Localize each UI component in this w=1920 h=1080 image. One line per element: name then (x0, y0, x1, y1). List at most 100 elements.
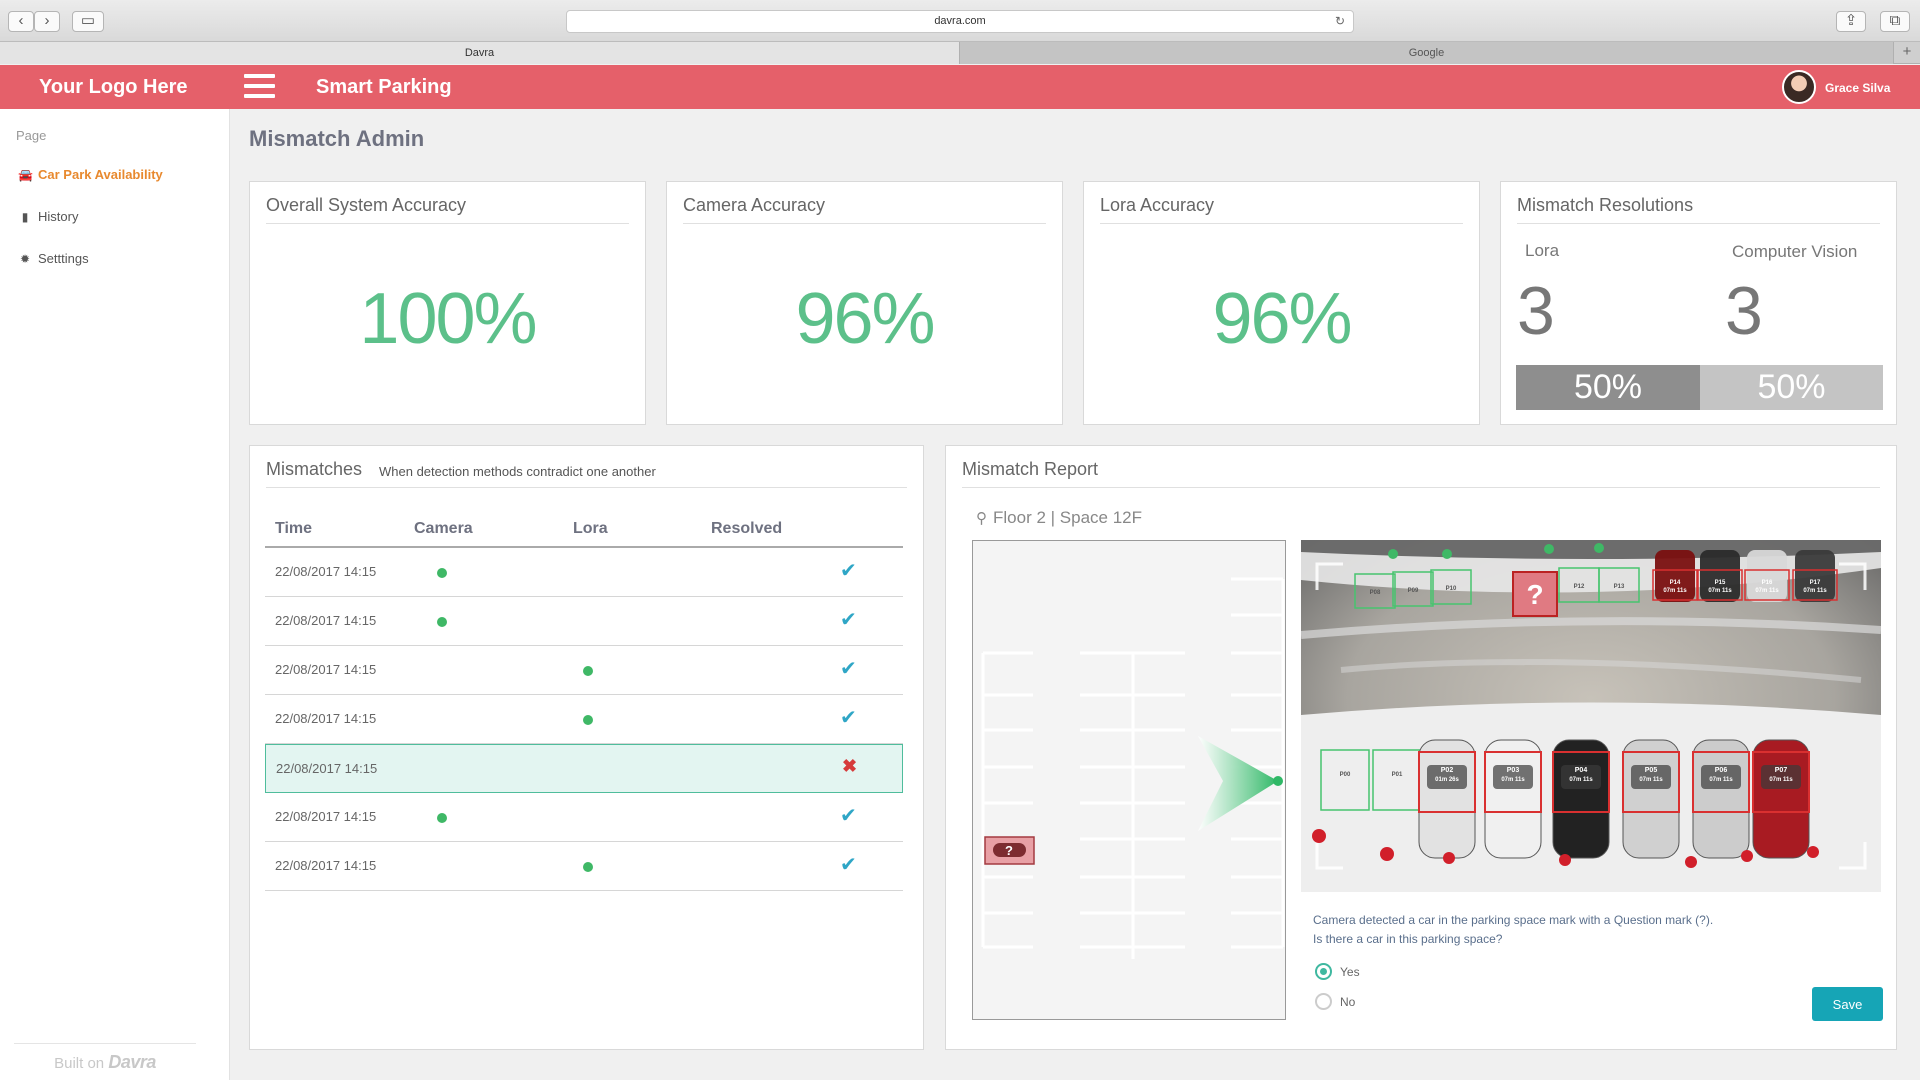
table-row[interactable]: 22/08/2017 14:15 ✔ (265, 793, 903, 842)
address-bar[interactable]: davra.com ↻ (566, 10, 1354, 33)
sidebar: Page 🚘 Car Park Availability ▮ History ✹… (0, 109, 230, 1080)
table-row[interactable]: 22/08/2017 14:15 ✔ (265, 597, 903, 646)
space-label: P10 (1446, 586, 1457, 592)
parked-car (1700, 550, 1740, 602)
camera-location-marker (1273, 776, 1283, 786)
time-label: 07m 11s (1755, 588, 1779, 594)
lora-share-bar: 50% (1516, 365, 1700, 410)
flagged-space-symbol: ? (1005, 843, 1013, 858)
camera-detected-dot (437, 813, 447, 823)
column-header-camera[interactable]: Camera (414, 520, 473, 538)
parked-car (1747, 550, 1787, 602)
avatar[interactable] (1782, 70, 1816, 104)
column-header-lora[interactable]: Lora (573, 520, 608, 538)
parked-car (1795, 550, 1835, 602)
sidebar-item-history[interactable]: ▮ History (18, 209, 79, 224)
radio-yes[interactable] (1315, 963, 1332, 980)
computer-vision-count: 3 (1725, 273, 1763, 349)
option-yes[interactable]: Yes (1315, 963, 1360, 980)
time-label: 07m 11s (1639, 777, 1663, 783)
space-label: P08 (1370, 590, 1381, 596)
sidebar-section-label: Page (16, 128, 47, 143)
camera-accuracy-card: Camera Accuracy 96% (666, 181, 1063, 425)
floor-plan: ? (972, 540, 1286, 1020)
option-no[interactable]: No (1315, 993, 1355, 1010)
row-time: 22/08/2017 14:15 (275, 858, 377, 873)
row-time: 22/08/2017 14:15 (275, 564, 377, 579)
tabs-overview-button[interactable]: ⧉ (1880, 11, 1910, 32)
sidebar-item-car-park-availability[interactable]: 🚘 Car Park Availability (18, 167, 163, 182)
sidebar-item-settings[interactable]: ✹ Setttings (18, 251, 89, 266)
lora-detected-dot (583, 666, 593, 676)
radio-no[interactable] (1315, 993, 1332, 1010)
time-label: 07m 11s (1709, 777, 1733, 783)
space-label: P12 (1574, 584, 1585, 590)
reload-icon[interactable]: ↻ (1335, 11, 1345, 32)
table-row[interactable]: 22/08/2017 14:15 ✔ (265, 646, 903, 695)
built-on-text: Built on (54, 1055, 105, 1072)
car-icon: 🚘 (18, 167, 33, 182)
table-header: Time Camera Lora Resolved (265, 512, 903, 548)
mismatch-resolutions-card: Mismatch Resolutions Lora Computer Visio… (1500, 181, 1897, 425)
new-tab-button[interactable]: + (1894, 42, 1920, 64)
column-header-time[interactable]: Time (275, 520, 312, 538)
tab-strip: Davra Google + (0, 42, 1920, 64)
camera-accuracy-value: 96% (795, 279, 935, 359)
tab-google[interactable]: Google (960, 42, 1894, 64)
card-title: Lora Accuracy (1100, 195, 1215, 215)
parked-car (1752, 739, 1810, 859)
camera-snapshot[interactable]: P08 P09 P10 P12 P13? P14 07m 11s P15 07m 11s P16 0… (1301, 540, 1881, 892)
space-label: P04 (1575, 767, 1588, 774)
table-row[interactable]: 22/08/2017 14:15 ✔ (265, 695, 903, 744)
card-title: Overall System Accuracy (266, 195, 467, 215)
space-label: P05 (1645, 767, 1658, 774)
save-button[interactable]: Save (1812, 987, 1883, 1021)
sidebar-item-label: Setttings (38, 251, 89, 266)
logo[interactable]: Your Logo Here (39, 76, 188, 99)
card-title: Mismatch Report (962, 459, 1099, 479)
lora-accuracy-value: 96% (1212, 279, 1352, 359)
user-name[interactable]: Grace Silva (1825, 81, 1890, 95)
floor-plan-drawing: ? (981, 577, 1285, 959)
page-title: Mismatch Admin (249, 126, 425, 151)
row-time: 22/08/2017 14:15 (276, 761, 378, 776)
map-pin-icon: ⚲ (976, 510, 987, 527)
parked-car (1692, 739, 1750, 859)
location-text: Floor 2 | Space 12F (993, 508, 1142, 527)
space-label: P06 (1715, 767, 1728, 774)
share-button[interactable]: ⇪ (1836, 11, 1866, 32)
card-title: Mismatch Resolutions (1517, 195, 1694, 215)
table-row[interactable]: 22/08/2017 14:15 ✔ (265, 842, 903, 891)
time-label: 01m 26s (1435, 777, 1459, 783)
resolved-check-icon: ✔ (840, 609, 857, 631)
resolved-check-icon: ✔ (840, 805, 857, 827)
resolved-check-icon: ✔ (840, 854, 857, 876)
computer-vision-label: Computer Vision (1732, 242, 1858, 261)
question-line-1: Camera detected a car in the parking spa… (1313, 913, 1714, 927)
hamburger-menu-icon[interactable] (244, 74, 275, 101)
space-label: P02 (1441, 767, 1454, 774)
back-button[interactable]: ‹ (8, 11, 34, 32)
sidebar-toggle-button[interactable]: ▭ (72, 11, 104, 32)
space-label: P00 (1340, 772, 1351, 778)
lora-detected-dot (583, 862, 593, 872)
location-label: ⚲ Floor 2 | Space 12F (976, 508, 1142, 528)
app-title: Smart Parking (316, 76, 452, 98)
resolved-check-icon: ✔ (840, 560, 857, 582)
column-header-resolved[interactable]: Resolved (711, 520, 782, 538)
url-text: davra.com (934, 15, 986, 27)
table-row[interactable]: 22/08/2017 14:15 ✖ (265, 744, 903, 793)
space-label: P17 (1810, 580, 1821, 586)
parked-car (1655, 550, 1695, 602)
parked-car (1484, 739, 1542, 859)
tab-davra[interactable]: Davra (0, 42, 960, 64)
resolved-check-icon: ✔ (840, 707, 857, 729)
card-subtitle: When detection methods contradict one an… (379, 464, 656, 479)
space-label: P09 (1408, 588, 1419, 594)
lora-count: 3 (1517, 273, 1555, 349)
space-label: P03 (1507, 767, 1520, 774)
space-label: P07 (1775, 767, 1788, 774)
forward-button[interactable]: › (34, 11, 60, 32)
row-time: 22/08/2017 14:15 (275, 662, 377, 677)
table-row[interactable]: 22/08/2017 14:15 ✔ (265, 548, 903, 597)
